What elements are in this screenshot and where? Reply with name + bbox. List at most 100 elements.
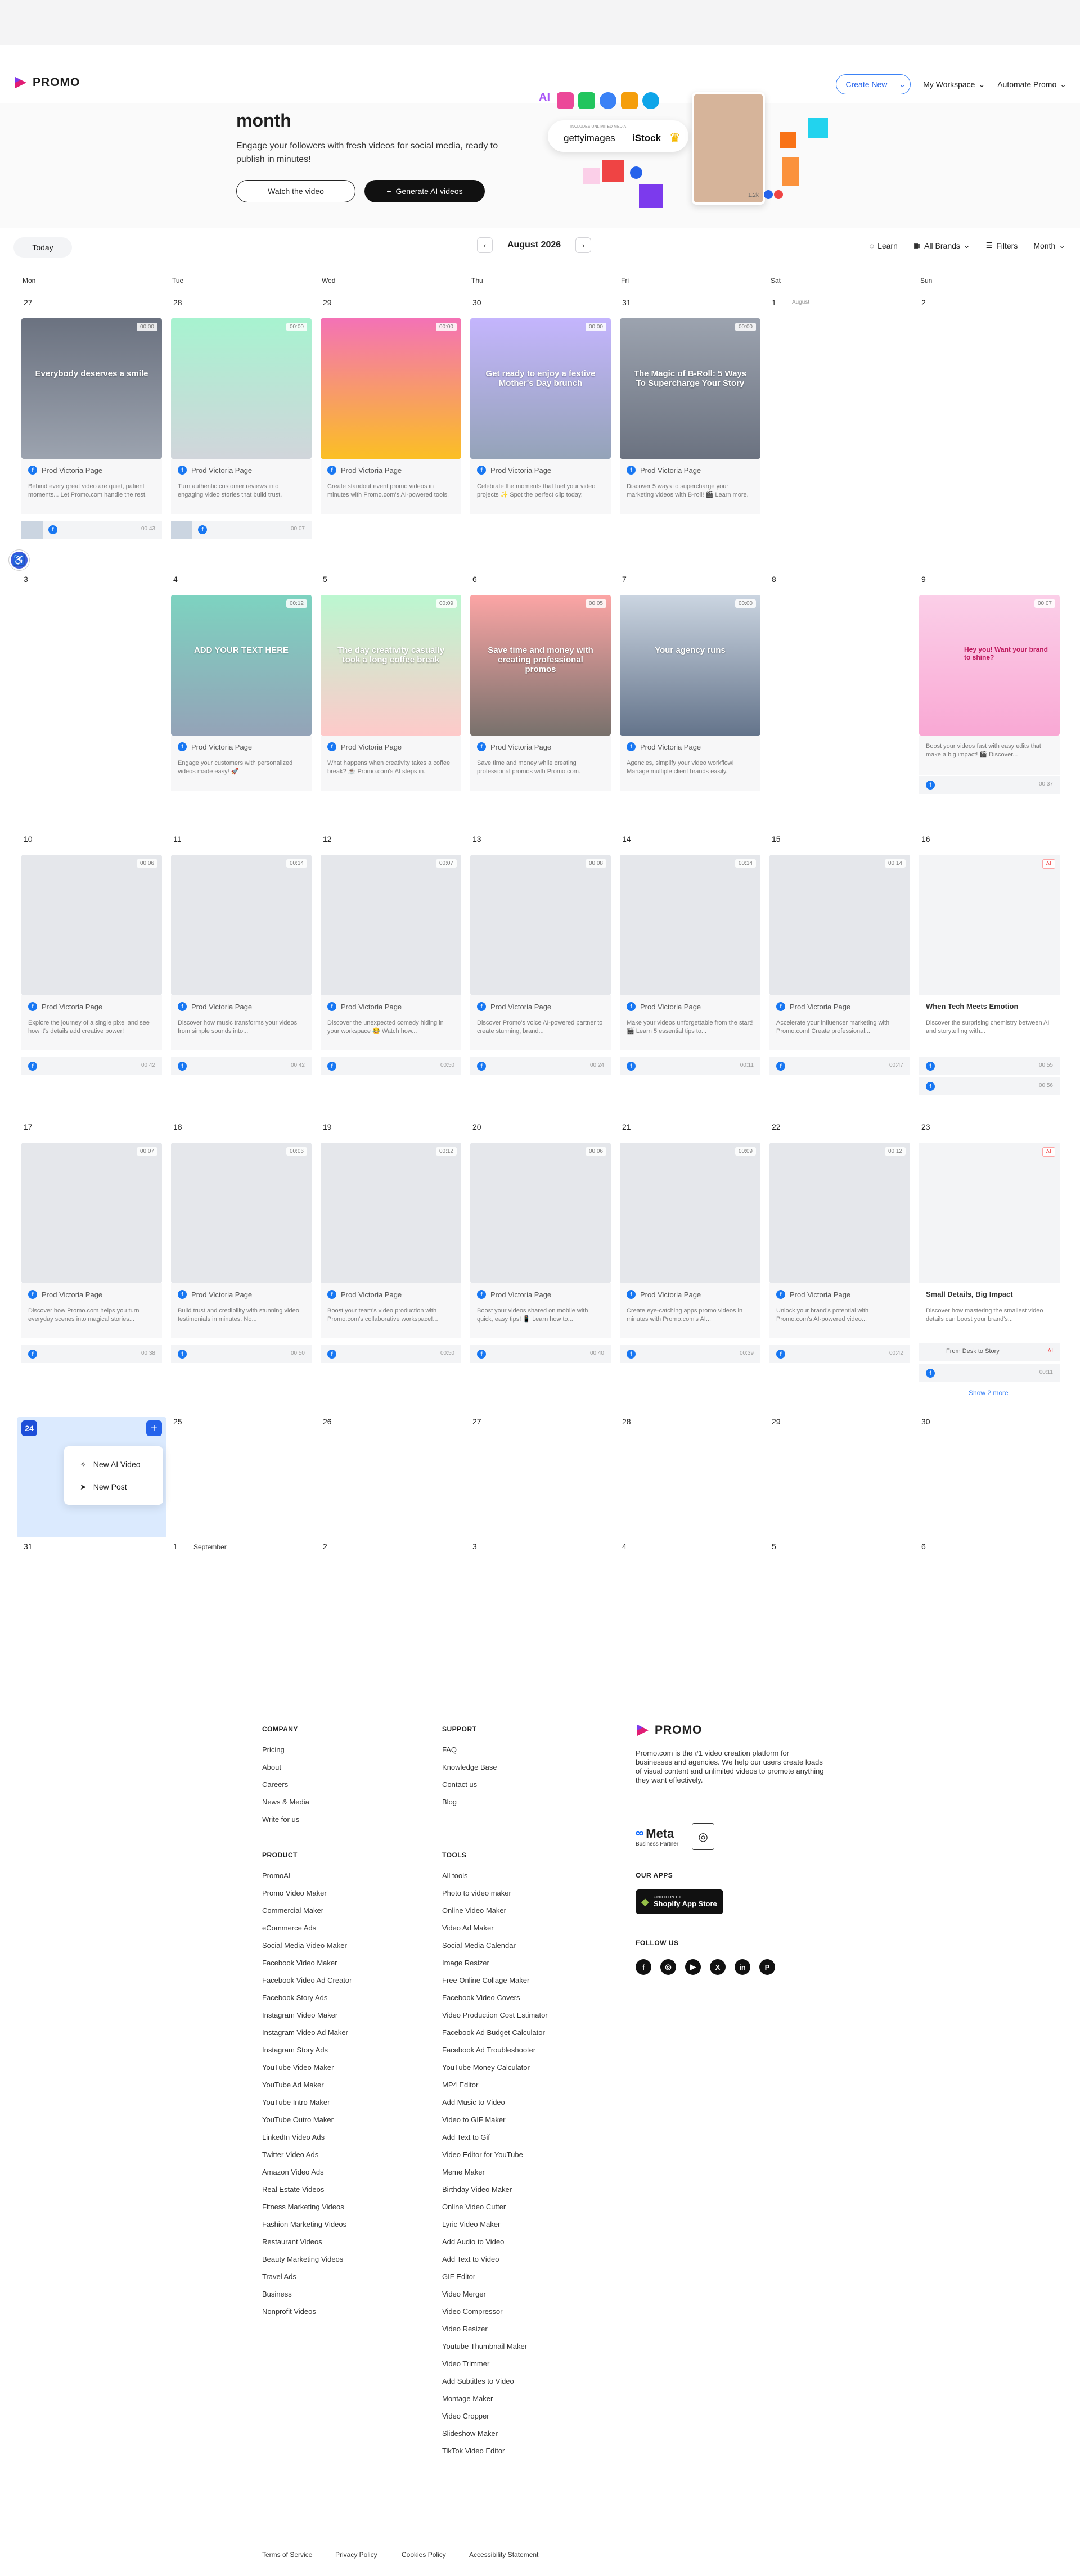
- post-thumbnail[interactable]: The day creativity casually took a long …: [321, 595, 461, 736]
- footer-link[interactable]: Blog: [442, 1798, 457, 1806]
- footer-link[interactable]: TikTok Video Editor: [442, 2447, 505, 2455]
- scheduled-post-card[interactable]: 00:07 f Prod Victoria Page Discover the une…: [321, 855, 461, 1050]
- instagram-icon[interactable]: ◎: [660, 1959, 676, 1975]
- secondary-post-row[interactable]: f 00:42: [21, 1057, 162, 1075]
- post-thumbnail[interactable]: 00:09: [620, 1143, 760, 1283]
- scheduled-post-card[interactable]: 00:12 f Prod Victoria Page Unlock your bran…: [770, 1143, 910, 1338]
- footer-link[interactable]: About: [262, 1763, 281, 1771]
- facebook-icon[interactable]: f: [636, 1959, 651, 1975]
- footer-link[interactable]: Youtube Thumbnail Maker: [442, 2342, 527, 2351]
- legal-link[interactable]: Privacy Policy: [335, 2551, 377, 2559]
- post-thumbnail[interactable]: 00:06: [21, 855, 162, 995]
- footer-link[interactable]: MP4 Editor: [442, 2081, 478, 2089]
- footer-link[interactable]: Fashion Marketing Videos: [262, 2220, 346, 2228]
- secondary-post-row[interactable]: f 00:24: [470, 1057, 611, 1075]
- post-thumbnail[interactable]: Save time and money with creating profes…: [470, 595, 611, 736]
- previous-month-icon[interactable]: ‹: [477, 237, 493, 253]
- scheduled-post-card[interactable]: 00:09 f Prod Victoria Page Create eye-catch…: [620, 1143, 760, 1338]
- secondary-post-row[interactable]: f 00:50: [321, 1345, 461, 1363]
- post-thumbnail[interactable]: 00:14: [171, 855, 312, 995]
- post-thumbnail[interactable]: 00:00: [321, 318, 461, 459]
- footer-link[interactable]: Travel Ads: [262, 2272, 296, 2281]
- calendar-day-cell[interactable]: 3: [470, 1542, 611, 1559]
- scheduled-post-card[interactable]: Your agency runs 00:00 f Prod Victoria Page…: [620, 595, 760, 791]
- calendar-day-cell[interactable]: 20: [470, 1122, 611, 1139]
- post-thumbnail[interactable]: Everybody deserves a smile 00:00: [21, 318, 162, 459]
- secondary-post-row[interactable]: f 00:50: [321, 1057, 461, 1075]
- footer-link[interactable]: Nonprofit Videos: [262, 2307, 316, 2316]
- calendar-day-cell[interactable]: 13: [470, 834, 611, 851]
- automate-promo-menu[interactable]: Automate Promo ⌄: [997, 80, 1066, 89]
- footer-link[interactable]: Video Editor for YouTube: [442, 2150, 523, 2159]
- secondary-post-row[interactable]: From Desk to Story AI: [919, 1343, 1060, 1361]
- footer-link[interactable]: Online Video Maker: [442, 1906, 506, 1915]
- legal-link[interactable]: Terms of Service: [262, 2551, 312, 2559]
- calendar-day-cell[interactable]: 27: [21, 298, 162, 315]
- secondary-post-row[interactable]: f 00:11: [620, 1057, 760, 1075]
- footer-link[interactable]: Birthday Video Maker: [442, 2185, 512, 2194]
- footer-link[interactable]: Social Media Calendar: [442, 1941, 516, 1950]
- footer-link[interactable]: YouTube Money Calculator: [442, 2063, 530, 2072]
- generate-ai-videos-button[interactable]: + Generate AI videos: [364, 180, 485, 202]
- post-thumbnail[interactable]: 00:06: [171, 1143, 312, 1283]
- scheduled-post-card[interactable]: The day creativity casually took a long …: [321, 595, 461, 791]
- post-thumbnail[interactable]: Hey you! Want your brand to shine? 00:07: [919, 595, 1060, 736]
- scheduled-post-card[interactable]: 00:12 f Prod Victoria Page Boost your team'…: [321, 1143, 461, 1338]
- post-thumbnail[interactable]: Your agency runs 00:00: [620, 595, 760, 736]
- post-thumbnail[interactable]: 00:08: [470, 855, 611, 995]
- scheduled-post-card[interactable]: Save time and money with creating profes…: [470, 595, 611, 791]
- footer-link[interactable]: Image Resizer: [442, 1959, 489, 1967]
- footer-link[interactable]: YouTube Video Maker: [262, 2063, 334, 2072]
- calendar-day-cell[interactable]: 4: [620, 1542, 760, 1559]
- calendar-day-cell[interactable]: 26: [321, 1417, 461, 1434]
- pinterest-icon[interactable]: P: [759, 1959, 775, 1975]
- footer-link[interactable]: Add Text to Video: [442, 2255, 499, 2263]
- footer-link[interactable]: Lyric Video Maker: [442, 2220, 500, 2228]
- calendar-day-cell[interactable]: 3: [21, 575, 162, 592]
- footer-link[interactable]: Twitter Video Ads: [262, 2150, 318, 2159]
- view-dropdown[interactable]: Month ⌄: [1033, 241, 1065, 250]
- new-post-menu-item[interactable]: ➤ New Post: [64, 1476, 163, 1498]
- footer-link[interactable]: Promo Video Maker: [262, 1889, 327, 1897]
- footer-link[interactable]: Restaurant Videos: [262, 2237, 322, 2246]
- footer-link[interactable]: Online Video Cutter: [442, 2203, 506, 2211]
- calendar-day-cell[interactable]: 2: [321, 1542, 461, 1559]
- footer-link[interactable]: Video Trimmer: [442, 2360, 489, 2368]
- scheduled-post-card[interactable]: 00:06 f Prod Victoria Page Explore the jour…: [21, 855, 162, 1050]
- footer-link[interactable]: Add Text to Gif: [442, 2133, 490, 2141]
- chevron-down-icon[interactable]: ⌄: [899, 80, 906, 89]
- footer-link[interactable]: Add Music to Video: [442, 2098, 505, 2106]
- footer-link[interactable]: Video Merger: [442, 2290, 486, 2298]
- footer-link[interactable]: Write for us: [262, 1815, 299, 1824]
- calendar-day-cell[interactable]: 15: [770, 834, 910, 851]
- promo-logo[interactable]: PROMO: [14, 75, 80, 90]
- footer-link[interactable]: Real Estate Videos: [262, 2185, 324, 2194]
- footer-link[interactable]: Facebook Video Maker: [262, 1959, 337, 1967]
- footer-link[interactable]: YouTube Outro Maker: [262, 2115, 334, 2124]
- scheduled-post-card[interactable]: 00:00 f Prod Victoria Page Turn authentic c…: [171, 318, 312, 514]
- footer-link[interactable]: Fitness Marketing Videos: [262, 2203, 344, 2211]
- calendar-day-cell[interactable]: 5: [770, 1542, 910, 1559]
- footer-link[interactable]: Video Ad Maker: [442, 1924, 494, 1932]
- scheduled-post-card[interactable]: The Magic of B-Roll: 5 Ways To Superchar…: [620, 318, 760, 514]
- calendar-day-cell[interactable]: 28: [171, 298, 312, 315]
- footer-link[interactable]: Business: [262, 2290, 292, 2298]
- calendar-day-cell[interactable]: 1 September: [171, 1542, 312, 1559]
- post-thumbnail[interactable]: 00:14: [620, 855, 760, 995]
- footer-link[interactable]: Instagram Story Ads: [262, 2046, 328, 2054]
- next-month-icon[interactable]: ›: [575, 237, 592, 253]
- footer-link[interactable]: Add Audio to Video: [442, 2237, 504, 2246]
- secondary-post-row[interactable]: f 00:40: [470, 1345, 611, 1363]
- footer-link[interactable]: Pricing: [262, 1745, 285, 1754]
- secondary-post-row[interactable]: f 00:39: [620, 1345, 760, 1363]
- footer-link[interactable]: Photo to video maker: [442, 1889, 511, 1897]
- post-thumbnail[interactable]: 00:12: [770, 1143, 910, 1283]
- scheduled-post-card[interactable]: 00:00 f Prod Victoria Page Create standout …: [321, 318, 461, 514]
- calendar-day-cell[interactable]: 29: [770, 1417, 910, 1434]
- calendar-day-cell[interactable]: 21: [620, 1122, 760, 1139]
- secondary-post-row[interactable]: f 00:50: [171, 1345, 312, 1363]
- calendar-day-cell[interactable]: 25: [171, 1417, 312, 1434]
- add-post-button[interactable]: +: [146, 1420, 162, 1436]
- secondary-post-row[interactable]: f 00:42: [171, 1057, 312, 1075]
- calendar-day-cell[interactable]: 19: [321, 1122, 461, 1139]
